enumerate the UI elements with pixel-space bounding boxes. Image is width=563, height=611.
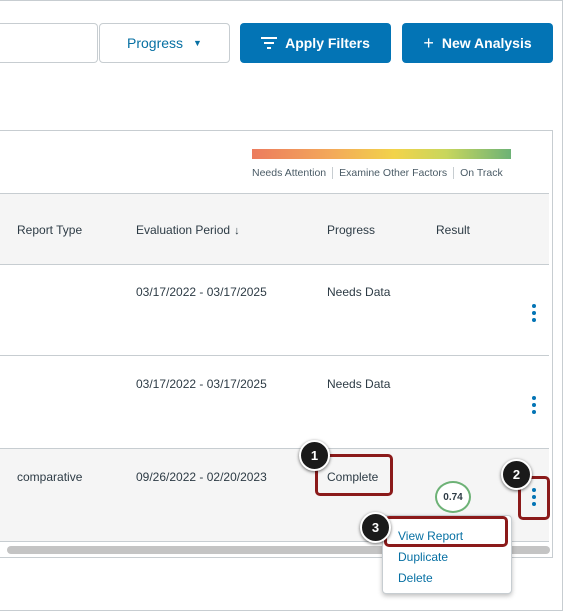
filter-icon bbox=[261, 34, 278, 52]
progress-filter-select[interactable]: Progress ▼ bbox=[99, 23, 230, 63]
table-row: 03/17/2022 - 03/17/2025 Needs Data bbox=[0, 356, 549, 449]
apply-filters-label: Apply Filters bbox=[285, 35, 370, 51]
annotation-marker-2: 2 bbox=[501, 459, 532, 490]
result-score-badge: 0.74 bbox=[435, 481, 471, 513]
arrow-down-icon: ↓ bbox=[234, 225, 240, 237]
menu-item-duplicate[interactable]: Duplicate bbox=[398, 550, 448, 564]
legend-gradient-bar bbox=[252, 149, 511, 159]
menu-item-delete[interactable]: Delete bbox=[398, 571, 433, 585]
legend-needs-attention: Needs Attention bbox=[252, 167, 327, 179]
highlight-view-report bbox=[384, 516, 508, 547]
legend-on-track: On Track bbox=[460, 167, 503, 179]
search-input[interactable] bbox=[0, 23, 98, 63]
legend-examine-other: Examine Other Factors bbox=[339, 167, 448, 179]
header-progress[interactable]: Progress bbox=[327, 223, 375, 237]
cell-evaluation-period: 03/17/2022 - 03/17/2025 bbox=[136, 377, 267, 391]
caret-down-icon: ▼ bbox=[193, 38, 202, 48]
cell-evaluation-period: 03/17/2022 - 03/17/2025 bbox=[136, 285, 267, 299]
cell-evaluation-period: 09/26/2022 - 02/20/2023 bbox=[136, 470, 267, 484]
new-analysis-label: New Analysis bbox=[441, 35, 532, 51]
header-result[interactable]: Result bbox=[436, 223, 470, 237]
table-header: Report Type Evaluation Period ↓ Progress … bbox=[0, 193, 549, 265]
new-analysis-button[interactable]: + New Analysis bbox=[402, 23, 553, 63]
kebab-menu-icon[interactable] bbox=[531, 396, 537, 414]
table-row: 03/17/2022 - 03/17/2025 Needs Data bbox=[0, 265, 549, 356]
apply-filters-button[interactable]: Apply Filters bbox=[240, 23, 391, 63]
legend: Needs Attention Examine Other Factors On… bbox=[252, 167, 503, 179]
kebab-menu-icon[interactable] bbox=[531, 304, 537, 322]
annotation-marker-1: 1 bbox=[299, 440, 330, 471]
annotation-marker-3: 3 bbox=[360, 512, 391, 543]
header-report-type[interactable]: Report Type bbox=[17, 223, 82, 237]
header-evaluation-period[interactable]: Evaluation Period ↓ bbox=[136, 223, 240, 237]
header-evaluation-period-label: Evaluation Period bbox=[136, 223, 231, 237]
cell-report-type: comparative bbox=[17, 470, 83, 484]
plus-icon: + bbox=[423, 33, 434, 53]
result-score-value: 0.74 bbox=[443, 491, 463, 503]
legend-divider bbox=[332, 167, 334, 179]
progress-filter-label: Progress bbox=[127, 35, 184, 51]
cell-progress: Needs Data bbox=[327, 377, 391, 391]
cell-progress: Needs Data bbox=[327, 285, 391, 299]
legend-divider bbox=[453, 167, 455, 179]
